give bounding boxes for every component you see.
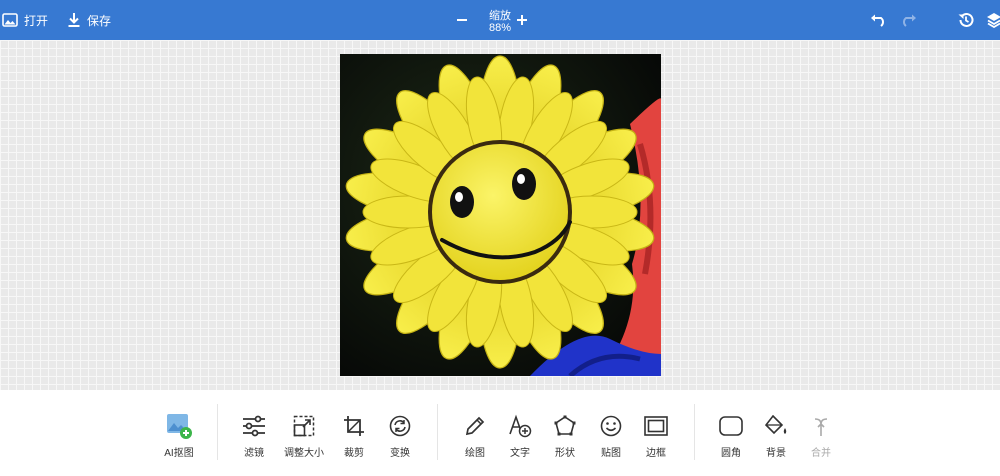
tool-label: 滤镜 <box>244 448 264 459</box>
canvas-area[interactable] <box>0 40 1000 390</box>
sunflower-smiley-image <box>340 54 661 376</box>
fill-bucket-icon <box>762 412 790 440</box>
tool-filter[interactable]: 滤镜 <box>230 412 278 462</box>
download-icon <box>67 12 81 28</box>
tool-label: 形状 <box>555 448 575 459</box>
merge-icon <box>807 412 835 440</box>
sticker-icon <box>597 412 625 440</box>
tool-transform[interactable]: 变换 <box>376 412 424 462</box>
tool-label: 变换 <box>390 448 410 459</box>
resize-icon <box>290 412 318 440</box>
undo-icon <box>871 14 884 27</box>
redo-button[interactable] <box>898 10 918 30</box>
tool-merge[interactable]: 合并 <box>797 412 845 462</box>
crop-icon <box>340 412 368 440</box>
edited-photo[interactable] <box>340 54 661 376</box>
tool-label: 背景 <box>766 448 786 459</box>
undo-button[interactable] <box>869 10 889 30</box>
history-icon <box>958 12 974 27</box>
layers-button[interactable] <box>984 10 1000 30</box>
open-label: 打开 <box>24 13 49 28</box>
tool-label: 圆角 <box>721 448 741 459</box>
text-icon <box>506 412 534 440</box>
zoom-in-button[interactable] <box>512 10 532 30</box>
bottom-toolbar: AI抠图 滤镜 调整大小 裁剪 变换 绘图 文字 形状 贴图 边框 圆角 背景 … <box>0 390 1000 476</box>
plus-icon <box>517 15 527 25</box>
tool-frame[interactable]: 边框 <box>632 412 680 462</box>
save-button[interactable]: 保存 <box>67 0 111 40</box>
tool-label: 贴图 <box>601 448 621 459</box>
divider <box>694 404 695 460</box>
redo-icon <box>903 14 916 27</box>
tool-label: 绘图 <box>465 448 485 459</box>
ai-cutout-icon <box>165 412 193 440</box>
frame-icon <box>642 412 670 440</box>
rounded-corner-icon <box>717 412 745 440</box>
transform-icon <box>386 412 414 440</box>
open-button[interactable]: 打开 <box>2 0 48 40</box>
tool-text[interactable]: 文字 <box>496 412 544 462</box>
image-icon <box>2 12 18 28</box>
save-label: 保存 <box>87 13 112 28</box>
shape-icon <box>551 412 579 440</box>
tool-resize[interactable]: 调整大小 <box>280 412 328 462</box>
tool-label: 合并 <box>811 448 831 459</box>
zoom-control: 缩放 88% <box>450 0 550 40</box>
history-button[interactable] <box>956 10 976 30</box>
layers-icon <box>987 13 1000 28</box>
tool-label: 边框 <box>646 448 666 459</box>
tool-background[interactable]: 背景 <box>752 412 800 462</box>
tool-label: 裁剪 <box>344 448 364 459</box>
tool-rounded-corner[interactable]: 圆角 <box>707 412 755 462</box>
tool-label: 调整大小 <box>284 448 324 459</box>
divider <box>437 404 438 460</box>
divider <box>217 404 218 460</box>
sliders-icon <box>240 412 268 440</box>
tool-draw[interactable]: 绘图 <box>451 412 499 462</box>
tool-shape[interactable]: 形状 <box>541 412 589 462</box>
pencil-icon <box>461 412 489 440</box>
tool-label: 文字 <box>510 448 530 459</box>
tool-sticker[interactable]: 贴图 <box>587 412 635 462</box>
tool-ai-cutout[interactable]: AI抠图 <box>155 412 203 462</box>
tool-crop[interactable]: 裁剪 <box>330 412 378 462</box>
tool-label: AI抠图 <box>164 448 194 459</box>
top-bar: 打开 保存 缩放 88% <box>0 0 1000 40</box>
